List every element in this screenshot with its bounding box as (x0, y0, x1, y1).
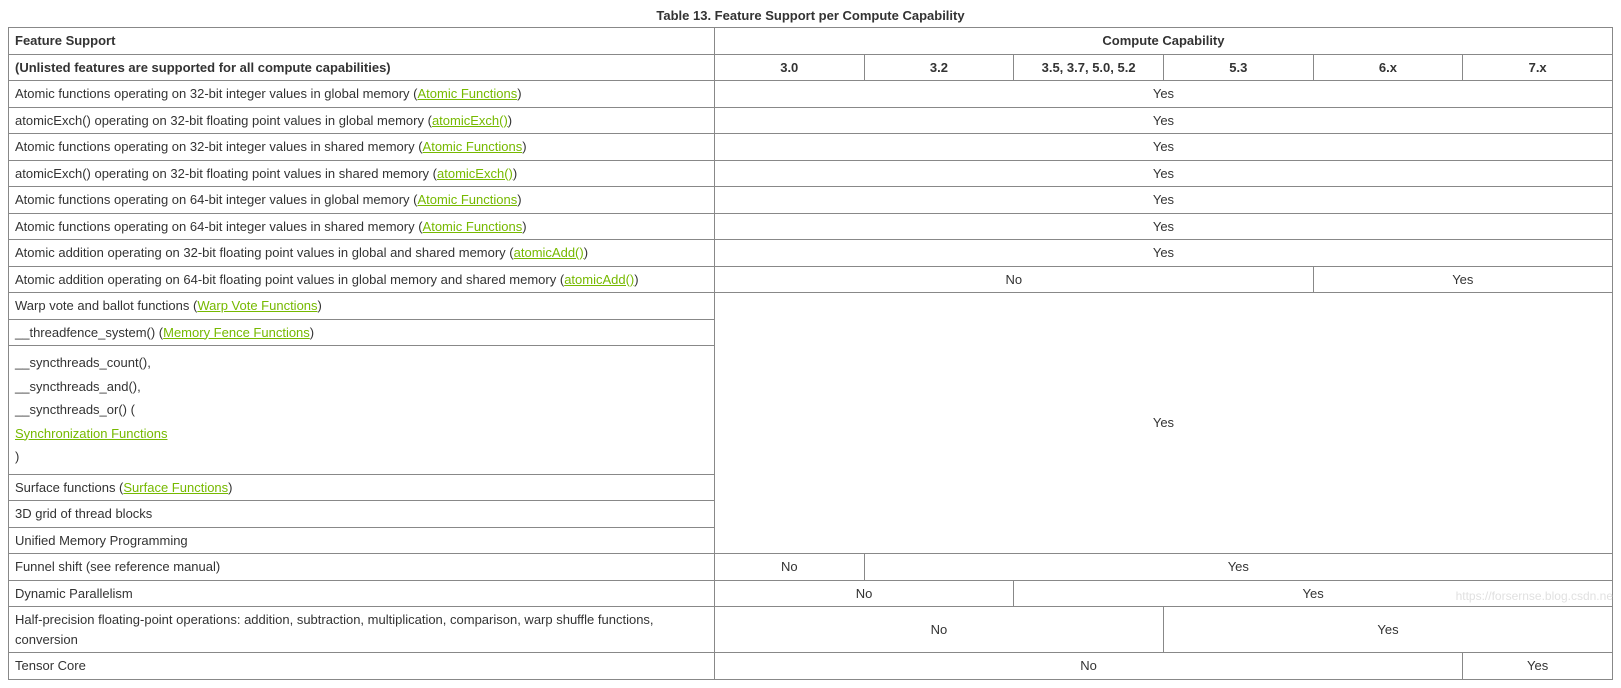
text: Atomic functions operating on 32-bit int… (15, 139, 423, 154)
text: __syncthreads_or() (Synchronization Func… (15, 400, 708, 467)
feature-cell: atomicExch() operating on 32-bit floatin… (9, 107, 715, 134)
value-cell: Yes (1463, 653, 1613, 680)
text: __syncthreads_and(), (15, 377, 708, 397)
text: ) (228, 480, 232, 495)
text: Atomic functions operating on 64-bit int… (15, 219, 423, 234)
header-cc-group: Compute Capability (714, 28, 1612, 55)
text: ) (318, 298, 322, 313)
value-cell: No (714, 266, 1313, 293)
value-cell: Yes (714, 187, 1612, 214)
text: Surface functions ( (15, 480, 123, 495)
table-row: Atomic addition operating on 32-bit floa… (9, 240, 1613, 267)
header-cc-5: 7.x (1463, 54, 1613, 81)
text: ) (513, 166, 517, 181)
header-feature: Feature Support (9, 28, 715, 55)
text: ) (508, 113, 512, 128)
table-row: Half-precision floating-point operations… (9, 607, 1613, 653)
feature-cell: __threadfence_system() (Memory Fence Fun… (9, 319, 715, 346)
text: atomicExch() operating on 32-bit floatin… (15, 166, 437, 181)
header-feature-sub: (Unlisted features are supported for all… (9, 54, 715, 81)
feature-support-table: Feature Support Compute Capability (Unli… (8, 27, 1613, 680)
feature-cell: Half-precision floating-point operations… (9, 607, 715, 653)
table-caption: Table 13. Feature Support per Compute Ca… (8, 8, 1613, 23)
header-cc-2: 3.5, 3.7, 5.0, 5.2 (1014, 54, 1164, 81)
feature-cell: Warp vote and ballot functions (Warp Vot… (9, 293, 715, 320)
value-cell: Yes (1313, 266, 1612, 293)
link-atomic-functions[interactable]: Atomic Functions (423, 219, 523, 234)
text: Atomic functions operating on 32-bit int… (15, 86, 418, 101)
feature-cell: Unified Memory Programming (9, 527, 715, 554)
table-row: Atomic functions operating on 64-bit int… (9, 213, 1613, 240)
link-atomic-add[interactable]: atomicAdd() (514, 245, 584, 260)
table-header-row-1: Feature Support Compute Capability (9, 28, 1613, 55)
link-warp-vote[interactable]: Warp Vote Functions (197, 298, 317, 313)
value-cell: No (714, 607, 1163, 653)
feature-cell: Surface functions (Surface Functions) (9, 474, 715, 501)
feature-cell: 3D grid of thread blocks (9, 501, 715, 528)
text: ) (517, 192, 521, 207)
link-atomic-exch[interactable]: atomicExch() (437, 166, 513, 181)
link-mem-fence[interactable]: Memory Fence Functions (163, 325, 310, 340)
value-cell: Yes (864, 554, 1612, 581)
value-cell: Yes (1163, 607, 1612, 653)
link-atomic-add[interactable]: atomicAdd() (564, 272, 634, 287)
table-row: Atomic functions operating on 32-bit int… (9, 134, 1613, 161)
link-atomic-exch[interactable]: atomicExch() (432, 113, 508, 128)
table-row: Atomic functions operating on 32-bit int… (9, 81, 1613, 108)
value-cell: Yes (714, 81, 1612, 108)
link-sync-funcs[interactable]: Synchronization Functions (15, 426, 167, 441)
value-cell: Yes (714, 160, 1612, 187)
feature-cell: Atomic functions operating on 32-bit int… (9, 81, 715, 108)
value-cell: No (714, 653, 1462, 680)
feature-cell: Atomic addition operating on 32-bit floa… (9, 240, 715, 267)
text: ) (517, 86, 521, 101)
table-row: Atomic functions operating on 64-bit int… (9, 187, 1613, 214)
feature-cell: Funnel shift (see reference manual) (9, 554, 715, 581)
value-cell: No (714, 554, 864, 581)
table-row: Dynamic Parallelism No Yes (9, 580, 1613, 607)
text: Atomic addition operating on 32-bit floa… (15, 245, 514, 260)
link-atomic-functions[interactable]: Atomic Functions (423, 139, 523, 154)
feature-cell: Atomic functions operating on 32-bit int… (9, 134, 715, 161)
value-cell: Yes (714, 213, 1612, 240)
text: __syncthreads_count(), (15, 353, 708, 373)
text: ) (634, 272, 638, 287)
text: __threadfence_system() ( (15, 325, 163, 340)
text: ) (310, 325, 314, 340)
link-atomic-functions[interactable]: Atomic Functions (418, 192, 518, 207)
text: atomicExch() operating on 32-bit floatin… (15, 113, 432, 128)
table-row: Funnel shift (see reference manual) No Y… (9, 554, 1613, 581)
feature-cell: atomicExch() operating on 32-bit floatin… (9, 160, 715, 187)
table-row: Tensor Core No Yes (9, 653, 1613, 680)
text: Warp vote and ballot functions ( (15, 298, 197, 313)
header-cc-0: 3.0 (714, 54, 864, 81)
header-cc-1: 3.2 (864, 54, 1014, 81)
value-cell: Yes (714, 107, 1612, 134)
feature-cell: Atomic addition operating on 64-bit floa… (9, 266, 715, 293)
table-row: atomicExch() operating on 32-bit floatin… (9, 160, 1613, 187)
feature-cell: Atomic functions operating on 64-bit int… (9, 187, 715, 214)
feature-cell: __syncthreads_count(), __syncthreads_and… (9, 346, 715, 475)
value-cell: Yes (1014, 580, 1613, 607)
header-cc-4: 6.x (1313, 54, 1463, 81)
link-surface-funcs[interactable]: Surface Functions (123, 480, 228, 495)
value-cell: No (714, 580, 1013, 607)
text: ) (522, 219, 526, 234)
table-row: Warp vote and ballot functions (Warp Vot… (9, 293, 1613, 320)
value-cell: Yes (714, 134, 1612, 161)
table-header-row-2: (Unlisted features are supported for all… (9, 54, 1613, 81)
feature-cell: Dynamic Parallelism (9, 580, 715, 607)
feature-cell: Atomic functions operating on 64-bit int… (9, 213, 715, 240)
table-row: atomicExch() operating on 32-bit floatin… (9, 107, 1613, 134)
table-row: Atomic addition operating on 64-bit floa… (9, 266, 1613, 293)
text: ) (522, 139, 526, 154)
text: ) (584, 245, 588, 260)
text: Atomic functions operating on 64-bit int… (15, 192, 418, 207)
value-cell: Yes (714, 293, 1612, 554)
text: Atomic addition operating on 64-bit floa… (15, 272, 564, 287)
header-cc-3: 5.3 (1163, 54, 1313, 81)
feature-cell: Tensor Core (9, 653, 715, 680)
link-atomic-functions[interactable]: Atomic Functions (418, 86, 518, 101)
value-cell: Yes (714, 240, 1612, 267)
